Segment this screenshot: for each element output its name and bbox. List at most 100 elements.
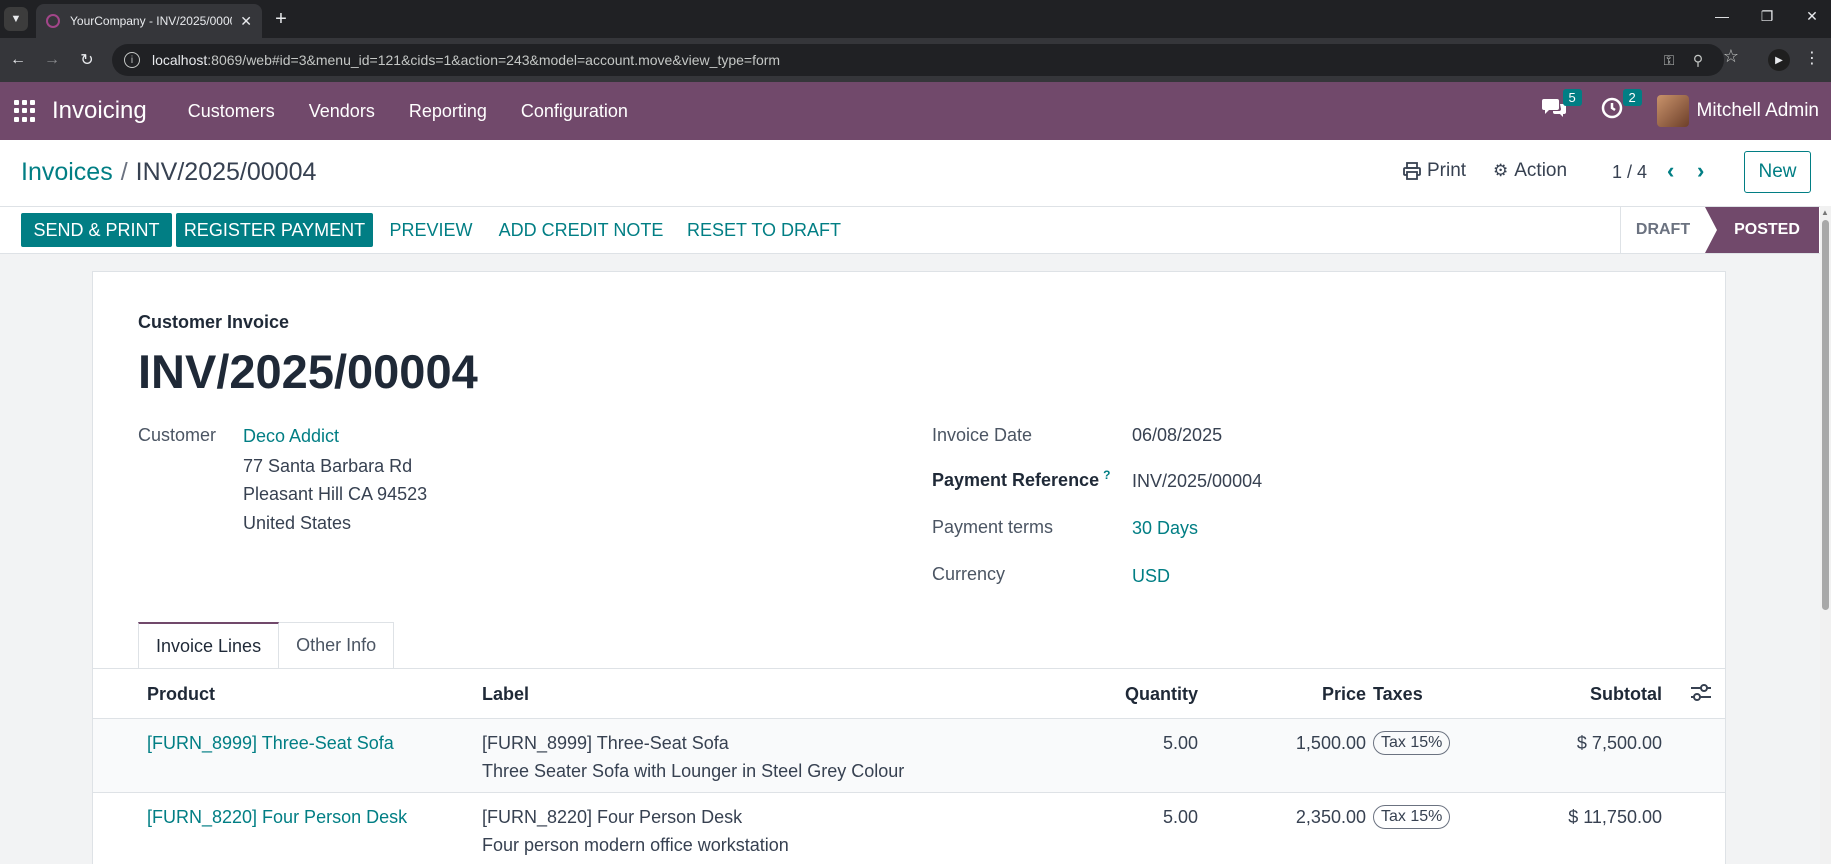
site-info-icon[interactable]: i (124, 52, 140, 68)
control-panel: Invoices / INV/2025/00004 Print ⚙ Action 1… (0, 140, 1831, 206)
address-line: United States (243, 513, 352, 533)
currency-field[interactable]: USD (1132, 566, 1170, 587)
line-description[interactable]: Three Seater Sofa with Lounger in Steel … (482, 761, 904, 782)
breadcrumb-invoices[interactable]: Invoices (21, 158, 113, 186)
line-description[interactable]: Four person modern office workstation (482, 835, 789, 856)
sliders-icon[interactable] (1690, 683, 1712, 703)
print-button[interactable]: Print (1403, 160, 1466, 182)
send-print-button[interactable]: SEND & PRINT (21, 213, 172, 247)
zoom-icon[interactable]: ⚲ (1689, 52, 1707, 69)
register-payment-button[interactable]: REGISTER PAYMENT (176, 213, 373, 247)
header-label[interactable]: Label (482, 684, 529, 705)
line-subtotal: $ 11,750.00 (1568, 807, 1662, 827)
browser-toolbar: ← → ↻ i localhost:8069/web#id=3&menu_id=… (0, 38, 1831, 82)
tab-invoice-lines[interactable]: Invoice Lines (138, 622, 280, 668)
reset-to-draft-button[interactable]: RESET TO DRAFT (684, 213, 844, 247)
new-button[interactable]: New (1744, 151, 1811, 193)
status-posted[interactable]: POSTED (1705, 207, 1819, 253)
line-product[interactable]: [FURN_8220] Four Person Desk (147, 807, 407, 828)
address-bar[interactable]: i localhost:8069/web#id=3&menu_id=121&ci… (112, 44, 1724, 76)
back-icon[interactable]: ← (6, 48, 30, 72)
payment-terms-field[interactable]: 30 Days (1132, 518, 1198, 539)
menu-reporting[interactable]: Reporting (392, 101, 504, 122)
notebook-tabs: Invoice Lines Other Info (138, 622, 395, 668)
customer-label: Customer (138, 425, 217, 445)
menu-customers[interactable]: Customers (171, 101, 292, 122)
currency-label: Currency (932, 564, 1006, 584)
preview-button[interactable]: PREVIEW (382, 213, 480, 247)
header-quantity[interactable]: Quantity (1125, 684, 1198, 705)
breadcrumb-separator: / (120, 158, 128, 186)
line-quantity[interactable]: 5.00 (1163, 807, 1198, 828)
line-label[interactable]: [FURN_8220] Four Person Desk (482, 807, 742, 828)
pager-value[interactable]: 1 / 4 (1612, 162, 1647, 183)
url-text: localhost:8069/web#id=3&menu_id=121&cids… (152, 52, 780, 68)
table-header: Product Label Quantity Price Taxes Subto… (93, 669, 1725, 719)
form-sheet: Customer Invoice INV/2025/00004 Customer… (92, 271, 1726, 864)
line-price[interactable]: 2,350.00 (1296, 807, 1366, 828)
header-product[interactable]: Product (147, 684, 215, 705)
restore-icon[interactable]: ❐ (1752, 8, 1782, 25)
table-row[interactable]: [FURN_8999] Three-Seat Sofa [FURN_8999] … (93, 719, 1725, 793)
reload-icon[interactable]: ↻ (75, 48, 99, 72)
app-name[interactable]: Invoicing (52, 97, 147, 125)
extension-icon[interactable]: ▶ (1768, 49, 1790, 71)
header-subtotal[interactable]: Subtotal (1590, 684, 1662, 705)
invoice-date-field[interactable]: 06/08/2025 (1132, 425, 1222, 446)
tab-other-info[interactable]: Other Info (279, 622, 395, 668)
close-icon[interactable]: ✕ (240, 13, 252, 30)
tax-tag[interactable]: Tax 15% (1373, 731, 1451, 755)
pager-previous-icon[interactable]: ‹ (1667, 158, 1674, 184)
address-line: Pleasant Hill CA 94523 (243, 484, 428, 504)
new-tab-icon[interactable]: + (268, 6, 294, 32)
url-path: :8069/web#id=3&menu_id=121&cids=1&action… (207, 52, 781, 68)
bookmark-star-icon[interactable]: ☆ (1722, 46, 1740, 67)
activities-count-badge: 2 (1622, 89, 1642, 106)
url-host: localhost (152, 52, 208, 68)
customer-field[interactable]: Deco Addict (243, 426, 339, 447)
invoice-date-label: Invoice Date (932, 425, 1033, 445)
payment-reference-field[interactable]: INV/2025/00004 (1132, 471, 1262, 492)
key-icon[interactable]: ⚿ (1660, 52, 1678, 69)
line-price[interactable]: 1,500.00 (1296, 733, 1366, 754)
status-draft[interactable]: DRAFT (1620, 207, 1705, 253)
invoice-lines-table: Product Label Quantity Price Taxes Subto… (93, 668, 1725, 864)
avatar[interactable] (1656, 95, 1689, 127)
window-close-icon[interactable]: ✕ (1797, 8, 1827, 25)
tab-title: YourCompany - INV/2025/00004 (70, 14, 233, 28)
breadcrumb-current: INV/2025/00004 (135, 158, 317, 186)
menu-vendors[interactable]: Vendors (292, 101, 392, 122)
messaging-menu[interactable]: 5 (1541, 89, 1582, 125)
page-title: INV/2025/00004 (138, 345, 478, 398)
address-line: 77 Santa Barbara Rd (243, 456, 413, 476)
odoo-favicon-icon (46, 14, 60, 28)
breadcrumb: Invoices / INV/2025/00004 (21, 158, 316, 187)
browser-tab[interactable]: YourCompany - INV/2025/00004 ✕ (36, 4, 262, 38)
payment-reference-label-text: Payment Reference (932, 470, 1100, 490)
browser-menu-icon[interactable]: ⋮ (1804, 48, 1820, 68)
apps-menu-icon[interactable] (14, 100, 36, 122)
action-button[interactable]: ⚙ Action (1493, 160, 1567, 182)
pager-next-icon[interactable]: › (1697, 158, 1704, 184)
line-label[interactable]: [FURN_8999] Three-Seat Sofa (482, 733, 729, 754)
tax-tag[interactable]: Tax 15% (1373, 805, 1451, 829)
printer-icon (1403, 162, 1421, 180)
table-row[interactable]: [FURN_8220] Four Person Desk [FURN_8220]… (93, 793, 1725, 864)
line-product[interactable]: [FURN_8999] Three-Seat Sofa (147, 733, 394, 754)
help-tooltip-icon[interactable]: ? (1103, 468, 1110, 482)
line-quantity[interactable]: 5.00 (1163, 733, 1198, 754)
tab-search-icon[interactable]: ▼ (4, 7, 28, 31)
status-pipeline: DRAFT POSTED (1620, 207, 1819, 253)
minimize-icon[interactable]: — (1707, 8, 1737, 24)
action-label: Action (1514, 160, 1568, 181)
activity-menu[interactable]: 2 (1601, 89, 1642, 125)
menu-configuration[interactable]: Configuration (504, 101, 645, 122)
scroll-up-icon[interactable]: ▲ (1821, 208, 1829, 217)
user-menu[interactable]: Mitchell Admin (1697, 100, 1820, 122)
page-scrollbar[interactable]: ▲ (1820, 206, 1831, 864)
add-credit-note-button[interactable]: ADD CREDIT NOTE (492, 213, 670, 247)
forward-icon[interactable]: → (40, 48, 64, 72)
header-taxes[interactable]: Taxes (1373, 684, 1423, 705)
header-price[interactable]: Price (1322, 684, 1366, 705)
scroll-thumb[interactable] (1822, 220, 1829, 610)
